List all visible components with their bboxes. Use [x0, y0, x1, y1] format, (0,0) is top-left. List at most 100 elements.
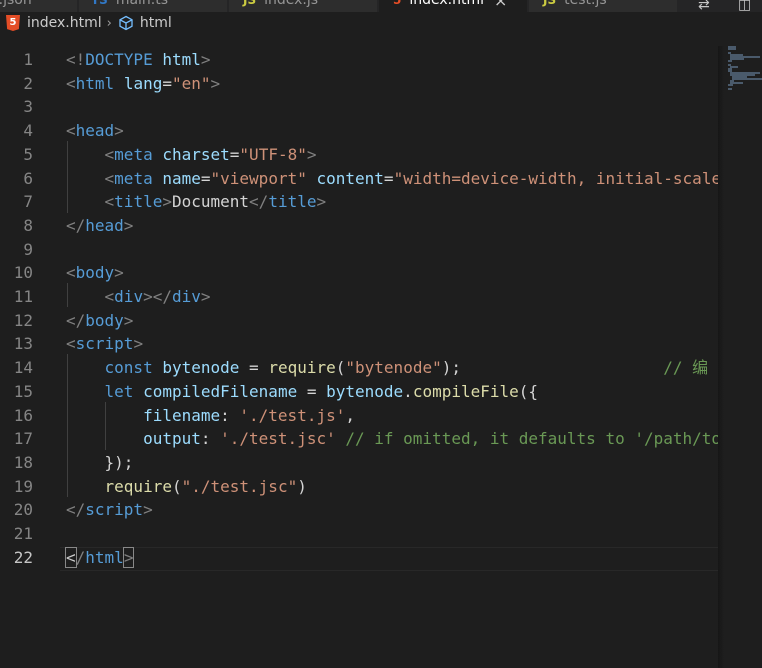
code-token: "width=device-width, initial-scale [393, 168, 718, 188]
code-token: </ [66, 500, 86, 520]
code-token: require [268, 358, 336, 378]
code-token: DOCTYPE [85, 50, 153, 69]
breadcrumb-symbol[interactable]: html [140, 15, 172, 31]
tab-index-html[interactable]: 5 index.html × [379, 0, 528, 12]
tab-main-ts[interactable]: TS main.ts [79, 0, 228, 12]
code-token: > [114, 263, 124, 283]
line-code: <body> [66, 261, 124, 285]
code-token: "UTF-8" [239, 144, 307, 164]
code-token: './test.jsc' [220, 429, 336, 449]
line-number: 16 [13, 405, 33, 425]
line-number: 6 [23, 168, 33, 188]
code-line: 15 let compiledFilename = bytenode.compi… [0, 380, 718, 404]
code-token: = [200, 168, 211, 188]
code-line: 22 </html> [0, 546, 718, 570]
code-token: // if omitted, it defaults to '/path/to [345, 429, 718, 449]
line-number: 11 [13, 287, 33, 306]
code-token: charset [162, 144, 230, 164]
code-token: compileFile [412, 381, 519, 401]
code-token: script [85, 500, 144, 520]
code-token: html [75, 73, 115, 93]
code-token: > [123, 215, 134, 235]
line-number: 12 [13, 310, 33, 330]
code-editor[interactable]: 1 <!DOCTYPE html> 2 <html lang="en"> 3 4 <head… [0, 46, 718, 668]
code-line: 6 <meta name="viewport" content="width=d… [0, 167, 718, 191]
tab-index-js[interactable]: JS index.js [229, 0, 378, 12]
split-editor-icon[interactable]: ◫ [738, 0, 751, 12]
line-code: </html> [65, 546, 135, 570]
line-code: <script> [66, 332, 143, 356]
code-token: < [104, 168, 115, 188]
html-icon: 5 [6, 15, 20, 31]
code-token: </ [249, 192, 269, 212]
code-line: 10 <body> [0, 261, 718, 285]
code-token: lang [123, 73, 163, 93]
code-token: > [162, 192, 172, 212]
code-line: 13 <script> [0, 332, 718, 356]
line-code: <meta name="viewport" content="width=dev… [66, 167, 718, 191]
line-number: 9 [23, 239, 33, 259]
code-line: 18 }); [0, 451, 718, 475]
code-line: 2 <html lang="en"> [0, 72, 718, 96]
tab-label: e.json [0, 0, 32, 8]
code-token: filename [143, 405, 221, 425]
code-token: < [104, 144, 115, 164]
close-icon[interactable]: × [494, 0, 507, 10]
bracket-match: < [65, 546, 77, 568]
line-number: 2 [23, 73, 33, 93]
tab-bar: e.json TS main.ts JS index.js 5 index.ht… [0, 0, 762, 12]
line-number: 14 [13, 358, 33, 378]
line-number: 5 [23, 144, 33, 164]
line-code: }); [66, 451, 134, 475]
code-token: script [75, 334, 134, 354]
breadcrumb-file[interactable]: index.html [27, 15, 102, 31]
breadcrumb: 5 index.html › html [0, 12, 762, 34]
line-number: 22 [13, 547, 33, 567]
javascript-icon: JS [543, 0, 557, 7]
code-line: 14 const bytenode = require("bytenode");… [0, 356, 718, 380]
code-token: meta [114, 168, 153, 188]
tab-label: index.js [264, 0, 319, 8]
code-token: > [200, 50, 211, 69]
code-token: }); [104, 452, 134, 472]
line-number: 8 [23, 215, 33, 235]
code-line: 20 </script> [0, 498, 718, 522]
code-token: > [143, 500, 153, 520]
code-token: meta [114, 144, 153, 164]
tab-test-js[interactable]: JS test.js [529, 0, 678, 12]
compare-changes-icon[interactable]: ⇄ [698, 0, 710, 12]
code-token: > [306, 144, 317, 164]
code-token: = [229, 144, 240, 164]
code-token: content [316, 168, 384, 188]
code-token: . [403, 381, 413, 401]
code-token: title [114, 192, 163, 212]
code-token: "viewport" [210, 168, 307, 188]
code-token: < [66, 334, 76, 354]
minimap-line [730, 58, 744, 60]
code-token: < [66, 263, 76, 283]
code-token: : [200, 429, 221, 449]
code-line: 16 filename: './test.js', [0, 404, 718, 428]
tab-e-json[interactable]: e.json [0, 0, 78, 12]
code-token: div [114, 287, 144, 306]
code-token: html [162, 50, 201, 69]
line-code: <head> [66, 119, 124, 143]
code-token: = [383, 168, 394, 188]
minimap[interactable] [718, 46, 762, 668]
code-line: 11 <div></div> [0, 285, 718, 309]
code-token: < [104, 287, 115, 306]
code-token: : [220, 405, 240, 425]
editor-actions: ⇄ ◫ [682, 0, 762, 12]
code-token: div [171, 287, 201, 306]
javascript-icon: JS [243, 0, 257, 7]
code-token: title [268, 192, 317, 212]
line-code: </script> [66, 498, 153, 522]
code-token: head [75, 121, 115, 141]
code-token: ( [335, 358, 346, 378]
